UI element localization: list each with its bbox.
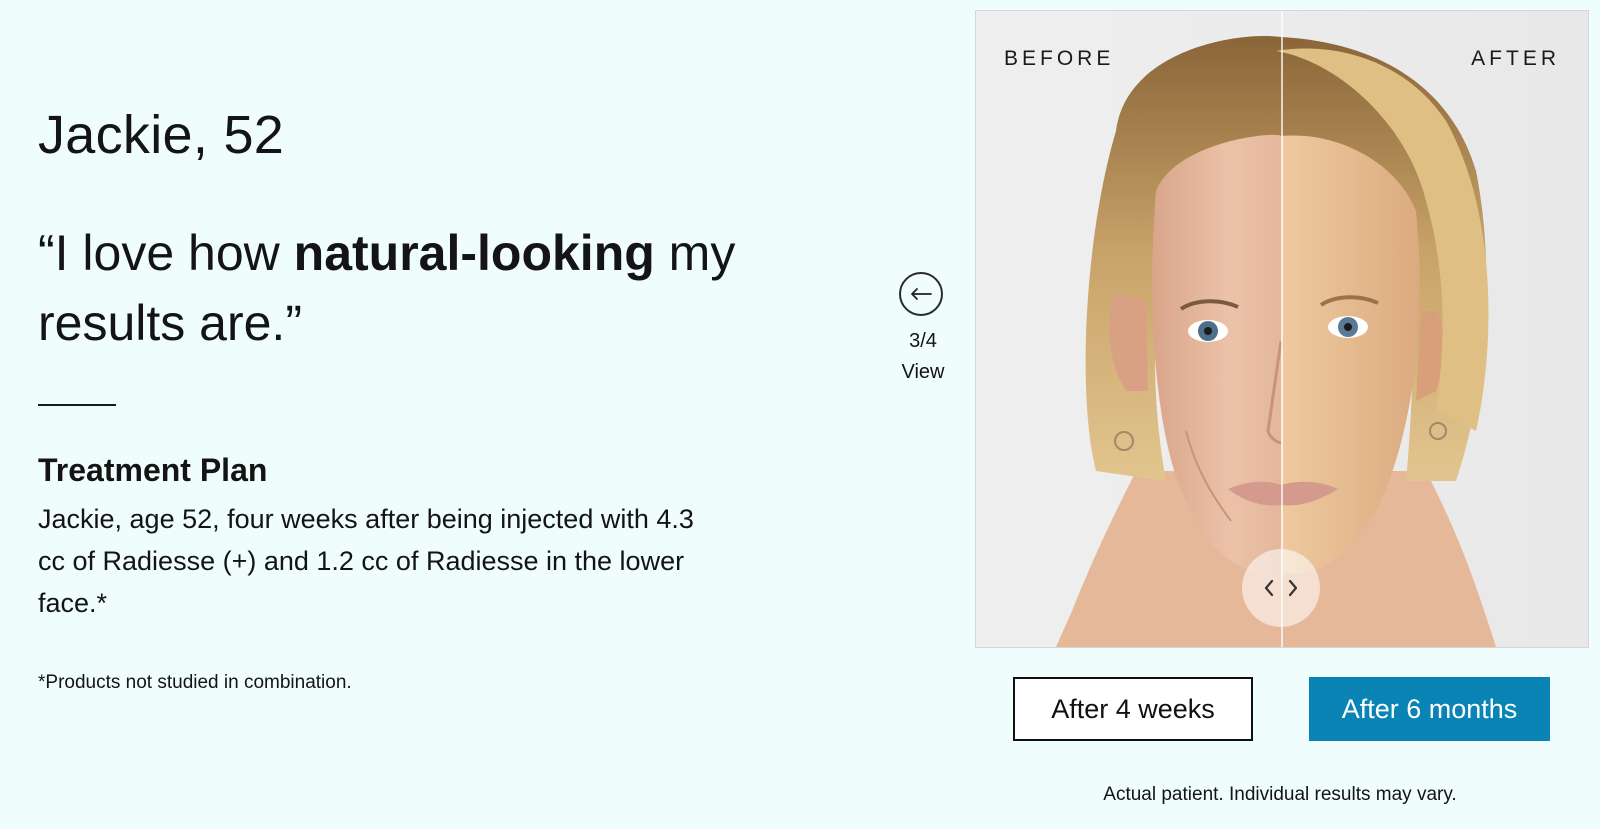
view-counter-number: 3/4 bbox=[909, 330, 937, 352]
previous-patient-button[interactable] bbox=[899, 272, 943, 316]
patient-name-age: Jackie, 52 bbox=[38, 105, 285, 165]
view-counter: 3/4 View bbox=[895, 326, 951, 388]
after-6-months-button[interactable]: After 6 months bbox=[1309, 677, 1550, 741]
arrow-left-icon bbox=[911, 288, 932, 300]
results-disclaimer: Actual patient. Individual results may v… bbox=[1103, 784, 1457, 805]
quote-highlight: natural-looking bbox=[293, 225, 655, 281]
patient-results-page: Jackie, 52 “I love how natural-looking m… bbox=[0, 0, 1600, 829]
quote-text-start: “I love how bbox=[38, 225, 294, 281]
before-label: BEFORE bbox=[1004, 47, 1115, 70]
before-after-comparison[interactable]: BEFORE AFTER bbox=[975, 10, 1589, 648]
patient-quote: “I love how natural-looking my results a… bbox=[38, 218, 798, 358]
section-divider bbox=[38, 404, 116, 406]
after-4-weeks-button[interactable]: After 4 weeks bbox=[1013, 677, 1253, 741]
comparison-slider-handle[interactable] bbox=[1242, 549, 1320, 627]
products-footnote: *Products not studied in combination. bbox=[38, 672, 352, 693]
treatment-plan-description: Jackie, age 52, four weeks after being i… bbox=[38, 504, 694, 618]
treatment-plan-title: Treatment Plan bbox=[38, 452, 268, 488]
view-counter-label: View bbox=[901, 361, 945, 383]
chevron-left-icon bbox=[1264, 579, 1274, 597]
after-label: AFTER bbox=[1471, 47, 1560, 70]
chevron-right-icon bbox=[1288, 579, 1298, 597]
